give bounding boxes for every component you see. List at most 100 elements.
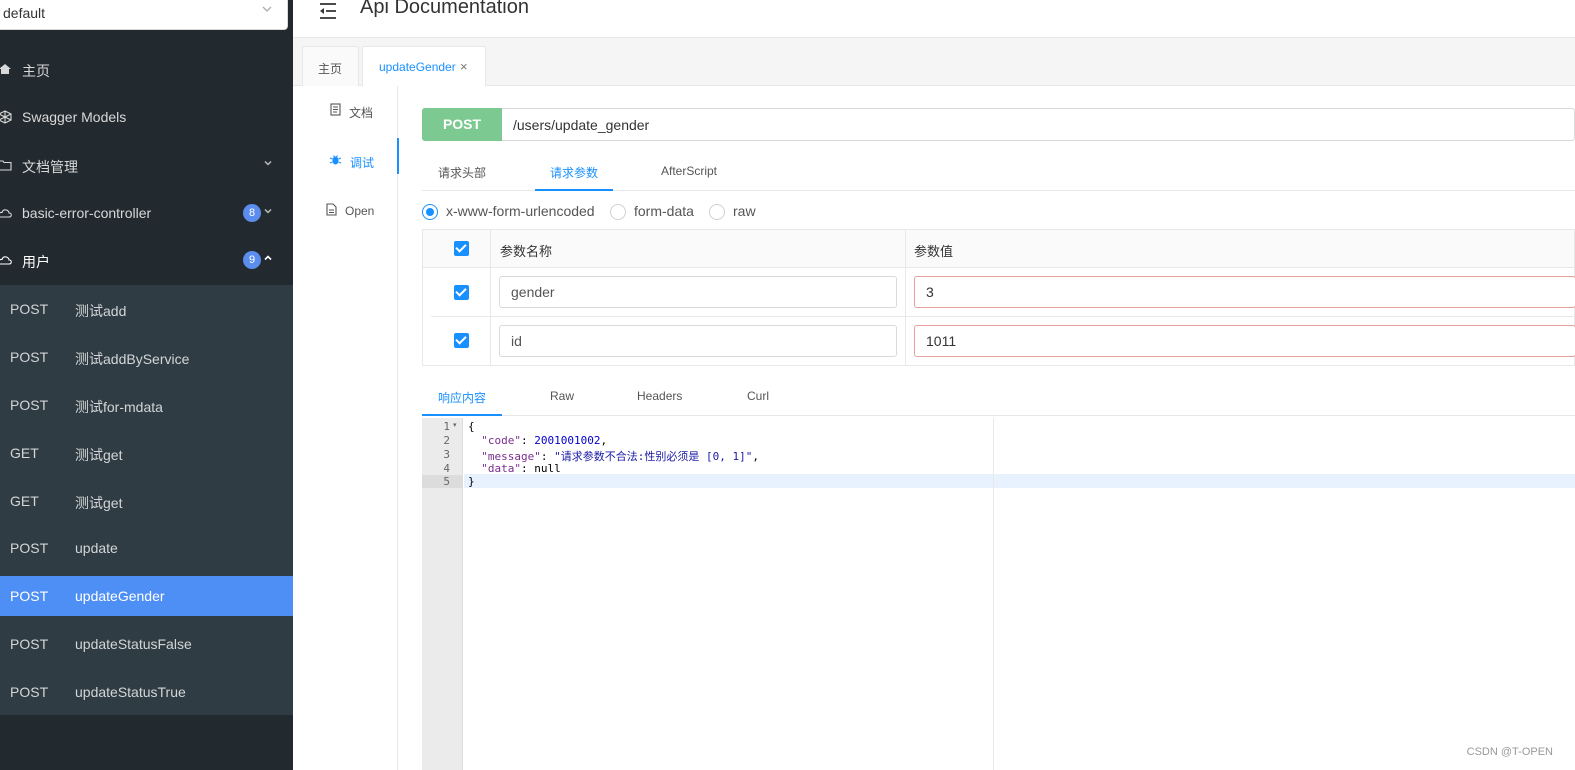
tab-debug[interactable]: 调试 — [293, 136, 399, 186]
tab-afterscript[interactable]: AfterScript — [661, 164, 717, 178]
endpoint-name: updateGender — [75, 588, 165, 604]
tab-raw[interactable]: Raw — [550, 389, 574, 403]
tab-home[interactable]: 主页 — [302, 46, 359, 86]
cloud-icon — [0, 206, 14, 222]
watermark: CSDN @T-OPEN — [1466, 746, 1553, 758]
line-number: 3 — [443, 448, 450, 461]
endpoint-item-selected[interactable]: POST updateGender — [0, 576, 293, 616]
tab-response-content[interactable]: 响应内容 — [438, 389, 486, 406]
url-input[interactable]: /users/update_gender — [513, 117, 649, 133]
endpoint-name: 测试addByService — [75, 351, 190, 367]
select-all-checkbox[interactable] — [454, 241, 469, 256]
count-badge: 8 — [243, 204, 261, 222]
chevron-up-icon — [263, 252, 273, 266]
print-margin — [993, 418, 994, 770]
json-key: "code" — [481, 434, 521, 447]
sidebar-item-swagger-models[interactable]: Swagger Models — [0, 94, 293, 142]
radio-label: form-data — [634, 203, 694, 219]
send-method-button[interactable]: POST — [422, 108, 502, 141]
radio-circle — [709, 204, 725, 220]
tab-headers[interactable]: Headers — [637, 389, 682, 403]
sidebar-item-users[interactable]: 用户 9 — [0, 237, 293, 285]
column-divider — [905, 230, 906, 365]
line-number: 1 — [443, 420, 450, 433]
tab-doc[interactable]: 文档 — [293, 86, 398, 136]
endpoint-name: 测试add — [75, 303, 127, 319]
endpoint-item[interactable]: POST 测试add — [0, 289, 293, 329]
sidebar-item-label: basic-error-controller — [22, 205, 152, 221]
bug-icon — [329, 153, 343, 167]
sidebar-item-label: Swagger Models — [22, 109, 127, 125]
endpoint-item[interactable]: POST 测试for-mdata — [0, 385, 293, 425]
endpoint-item[interactable]: POST 测试addByService — [0, 337, 293, 377]
endpoint-item[interactable]: POST updateStatusTrue — [0, 672, 293, 712]
endpoint-item[interactable]: GET 测试get — [0, 481, 293, 521]
menu-fold-icon[interactable] — [317, 2, 339, 22]
tab-request-headers[interactable]: 请求头部 — [438, 164, 486, 181]
sidebar-item-basic-error-controller[interactable]: basic-error-controller 8 — [0, 190, 293, 238]
endpoint-method: POST — [10, 397, 49, 413]
param-value-input[interactable]: 1011 — [914, 325, 1575, 357]
endpoint-method: POST — [10, 636, 49, 652]
tab-bar: 主页 updateGender × — [293, 38, 1575, 86]
request-subtabs: 请求头部 请求参数 AfterScript — [422, 150, 1575, 191]
tab-open[interactable]: Open — [293, 186, 398, 236]
endpoint-item[interactable]: GET 测试get — [0, 433, 293, 473]
row-checkbox[interactable] — [454, 285, 469, 300]
endpoint-name: 测试get — [75, 495, 123, 511]
endpoint-method: POST — [10, 349, 49, 365]
tab-label: updateGender — [379, 60, 456, 74]
endpoint-method: POST — [10, 301, 49, 317]
tab-request-params[interactable]: 请求参数 — [550, 164, 598, 181]
page-title: Api Documentation — [360, 0, 529, 18]
close-icon[interactable]: × — [460, 59, 468, 74]
sidebar-item-home[interactable]: 主页 — [0, 46, 293, 94]
cloud-icon — [0, 253, 14, 269]
folder-icon — [0, 158, 14, 174]
chevron-down-icon — [263, 157, 273, 171]
endpoint-method: GET — [10, 445, 39, 461]
endpoint-item[interactable]: POST updateStatusFalse — [0, 624, 293, 664]
group-select[interactable]: default — [0, 0, 288, 30]
doc-debug-tabs: 文档 调试 Open — [293, 86, 399, 770]
tab-curl[interactable]: Curl — [747, 389, 769, 403]
active-tab-indicator — [535, 189, 613, 191]
param-value-input[interactable]: 3 — [914, 276, 1575, 308]
endpoint-list: POST 测试add POST 测试addByService POST 测试fo… — [0, 285, 293, 715]
row-divider — [431, 316, 1575, 317]
endpoint-item[interactable]: POST update — [0, 528, 293, 568]
endpoint-method: POST — [10, 588, 49, 604]
tab-label: Open — [345, 204, 375, 218]
tab-updategender[interactable]: updateGender × — [362, 46, 486, 86]
sidebar-item-label: 主页 — [22, 63, 50, 79]
param-name-input[interactable]: gender — [499, 276, 897, 308]
sidebar: default 主页 Swagger Models 文档管理 basic-err… — [0, 0, 293, 770]
home-icon — [0, 62, 14, 78]
sidebar-item-label: 文档管理 — [22, 159, 78, 175]
endpoint-name: 测试get — [75, 447, 123, 463]
line-gutter: 1 ▾ 2 3 4 5 — [422, 418, 463, 770]
json-value: 2001001002 — [534, 434, 601, 447]
code-line: "code": 2001001002, — [481, 434, 608, 447]
code-text: { — [468, 420, 475, 433]
json-value: null — [534, 462, 561, 475]
radio-circle — [610, 204, 626, 220]
param-name-input[interactable]: id — [499, 325, 897, 357]
row-checkbox[interactable] — [454, 333, 469, 348]
sidebar-item-doc-management[interactable]: 文档管理 — [0, 142, 293, 190]
code-line: } — [468, 475, 475, 488]
active-tab-indicator — [422, 414, 502, 416]
code-line: { — [468, 420, 475, 433]
response-editor[interactable]: 1 ▾ 2 3 4 5 { "code": 2001001002, "messa… — [422, 418, 1575, 770]
box-icon — [0, 110, 14, 126]
line-number: 2 — [443, 434, 450, 447]
document-icon — [329, 103, 343, 117]
line-number: 5 — [422, 475, 463, 488]
params-table: 参数名称 参数值 gender 3 id 1011 — [422, 229, 1575, 366]
tab-label: 文档 — [349, 106, 374, 120]
json-value: "请求参数不合法:性别必须是 [0, 1]" — [554, 450, 753, 463]
file-icon — [325, 203, 339, 217]
radio-circle — [422, 204, 438, 220]
fold-arrow-icon[interactable]: ▾ — [453, 421, 457, 429]
endpoint-name: updateStatusFalse — [75, 636, 192, 652]
